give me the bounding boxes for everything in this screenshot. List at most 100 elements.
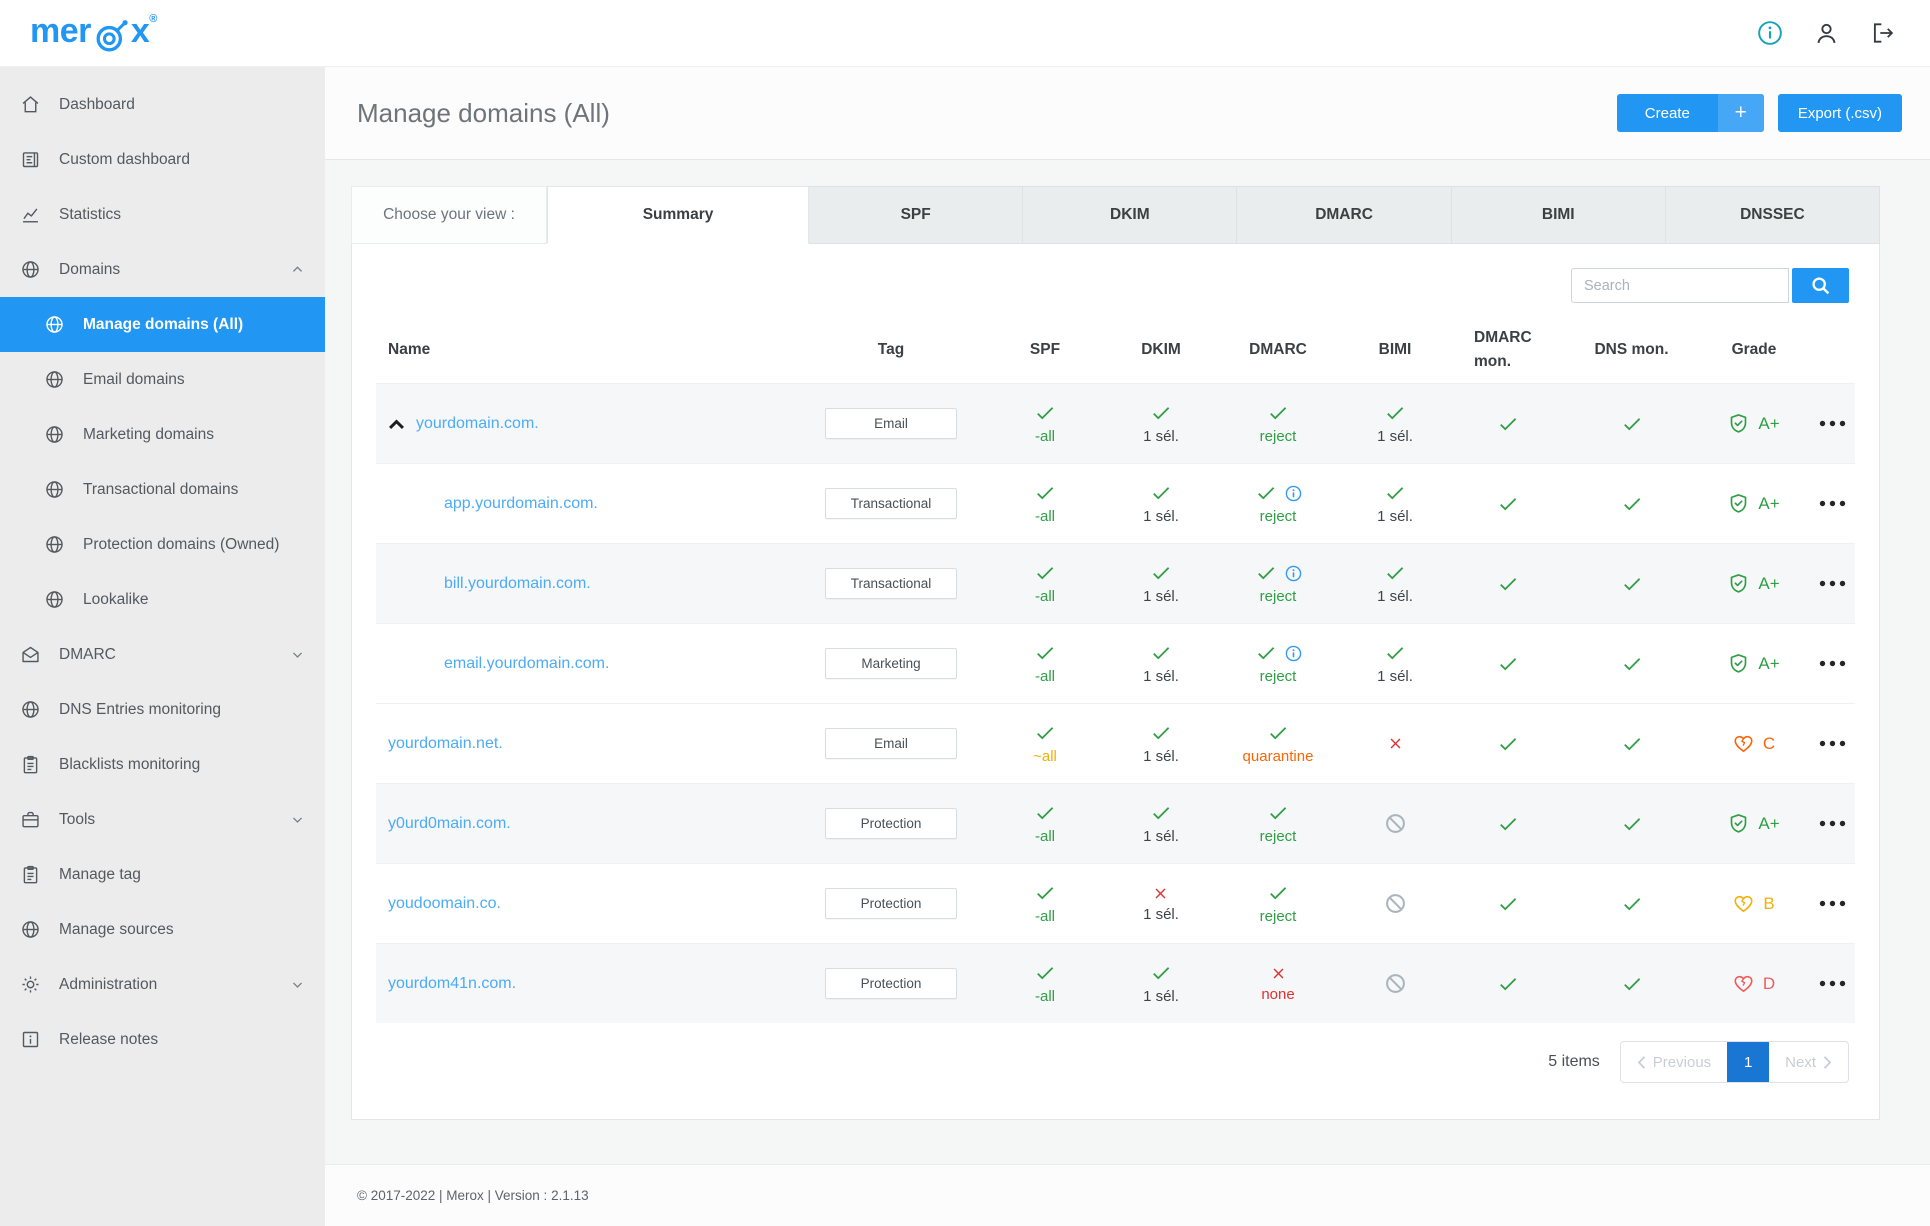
domain-link[interactable]: y0urd0main.com.	[388, 815, 511, 833]
current-page-button[interactable]: 1	[1727, 1042, 1770, 1082]
previous-page-button[interactable]: Previous	[1620, 1042, 1728, 1082]
table-row-yourdomain-net: yourdomain.net. Email ~all 1 sél. quarantine…	[376, 703, 1855, 783]
tab-dmarc[interactable]: DMARC	[1237, 186, 1452, 244]
shield-check-icon	[1728, 653, 1749, 674]
row-actions-icon[interactable]	[1819, 980, 1846, 987]
grade-letter: A+	[1758, 813, 1780, 833]
info-icon[interactable]	[1757, 20, 1783, 46]
status-text: -all	[1034, 428, 1055, 445]
sidebar-item-domains[interactable]: Domains	[0, 242, 325, 297]
sidebar-item-tools[interactable]: Tools	[0, 792, 325, 847]
chevron-up-icon	[290, 262, 305, 277]
tab-summary[interactable]: Summary	[547, 186, 810, 244]
status-text: quarantine	[1242, 748, 1314, 765]
domain-link[interactable]: yourdomain.net.	[388, 735, 503, 753]
logout-icon[interactable]	[1870, 20, 1896, 46]
search-button[interactable]	[1792, 268, 1849, 303]
search-input[interactable]	[1571, 268, 1789, 303]
sidebar-item-dashboard[interactable]: Dashboard	[0, 77, 325, 132]
info-icon[interactable]	[1285, 485, 1302, 502]
tag-button[interactable]: Protection	[825, 808, 957, 839]
table-body: yourdomain.com. Email -all 1 sél. reject 1 sé…	[376, 383, 1855, 1023]
tab-bimi[interactable]: BIMI	[1451, 186, 1666, 244]
sidebar-item-marketing-domains[interactable]: Marketing domains	[0, 407, 325, 462]
next-page-button[interactable]: Next	[1769, 1042, 1848, 1082]
grade-letter: B	[1763, 893, 1775, 913]
tag-button[interactable]: Protection	[825, 968, 957, 999]
sidebar-item-protection-domains-owned[interactable]: Protection domains (Owned)	[0, 517, 325, 572]
domain-link[interactable]: email.yourdomain.com.	[444, 655, 609, 673]
check-icon	[1384, 642, 1406, 664]
chevron-left-icon	[1637, 1055, 1646, 1070]
sidebar-item-dns-entries-monitoring[interactable]: DNS Entries monitoring	[0, 682, 325, 737]
domains-card: Name Tag SPF DKIM DMARC BIMI DMARC mon. DNS mon…	[351, 243, 1880, 1120]
row-actions-icon[interactable]	[1819, 820, 1846, 827]
create-button[interactable]: Create +	[1616, 94, 1764, 132]
tag-button[interactable]: Email	[825, 408, 957, 439]
sidebar-item-manage-sources[interactable]: Manage sources	[0, 902, 325, 957]
tag-button[interactable]: Transactional	[825, 488, 957, 519]
sidebar-item-label: Blacklists monitoring	[59, 755, 201, 773]
check-icon	[1621, 653, 1643, 675]
user-icon[interactable]	[1813, 20, 1840, 47]
row-actions-icon[interactable]	[1819, 900, 1846, 907]
export-csv-button[interactable]: Export (.csv)	[1777, 94, 1902, 132]
info-icon[interactable]	[1285, 645, 1302, 662]
trademark: ®	[149, 13, 158, 25]
table-row-bill-yourdomain-com: bill.yourdomain.com. Transactional -all 1 s…	[376, 543, 1855, 623]
row-actions-icon[interactable]	[1819, 660, 1846, 667]
status-text: reject	[1259, 588, 1297, 605]
check-icon	[1034, 482, 1056, 504]
sidebar-item-transactional-domains[interactable]: Transactional domains	[0, 462, 325, 517]
clipboard-icon	[20, 864, 42, 886]
sidebar-item-statistics[interactable]: Statistics	[0, 187, 325, 242]
tab-spf[interactable]: SPF	[809, 186, 1024, 244]
content: Choose your view : Summary SPF DKIM DMARC BI…	[325, 160, 1930, 1164]
info-icon[interactable]	[1285, 565, 1302, 582]
sidebar-item-custom-dashboard[interactable]: Custom dashboard	[0, 132, 325, 187]
sidebar-item-blacklists-monitoring[interactable]: Blacklists monitoring	[0, 737, 325, 792]
broken-heart-icon	[1733, 893, 1754, 914]
tab-dkim[interactable]: DKIM	[1023, 186, 1238, 244]
sidebar-item-label: Dashboard	[59, 95, 135, 113]
cross-icon	[1270, 965, 1287, 982]
domain-link[interactable]: bill.yourdomain.com.	[444, 575, 591, 593]
table-row-y0urd0main-com: y0urd0main.com. Protection -all 1 sél. rejec…	[376, 783, 1855, 863]
status-text: reject	[1259, 908, 1297, 925]
row-actions-icon[interactable]	[1819, 420, 1846, 427]
column-header-dns-mon: DNS mon.	[1594, 341, 1669, 358]
sidebar-item-lookalike[interactable]: Lookalike	[0, 572, 325, 627]
sidebar-item-dmarc[interactable]: DMARC	[0, 627, 325, 682]
status-text: 1 sél.	[1143, 508, 1179, 525]
domain-link[interactable]: youdoomain.co.	[388, 895, 501, 913]
copyright-text: © 2017-2022 | Merox | Version : 2.1.13	[357, 1188, 589, 1203]
tag-button[interactable]: Protection	[825, 888, 957, 919]
page-title: Manage domains (All)	[357, 97, 610, 128]
status-text: 1 sél.	[1143, 988, 1179, 1005]
domain-link[interactable]: yourdom41n.com.	[388, 975, 516, 993]
row-actions-icon[interactable]	[1819, 580, 1846, 587]
sidebar-item-administration[interactable]: Administration	[0, 957, 325, 1012]
row-actions-icon[interactable]	[1819, 740, 1846, 747]
status-text: 1 sél.	[1377, 668, 1413, 685]
sidebar-item-release-notes[interactable]: Release notes	[0, 1012, 325, 1067]
tab-dnssec[interactable]: DNSSEC	[1665, 186, 1881, 244]
page-header: Manage domains (All) Create + Export (.c…	[325, 67, 1930, 160]
merox-logo[interactable]: mer x ®	[30, 11, 157, 55]
choose-view-label: Choose your view :	[351, 186, 547, 244]
domain-link[interactable]: app.yourdomain.com.	[444, 495, 598, 513]
grade-badge: B	[1733, 893, 1775, 914]
column-header-name: Name	[388, 341, 431, 358]
tag-button[interactable]: Transactional	[825, 568, 957, 599]
row-actions-icon[interactable]	[1819, 500, 1846, 507]
sidebar-item-manage-domains-all[interactable]: Manage domains (All)	[0, 297, 325, 352]
column-header-tag: Tag	[877, 341, 905, 358]
pagination: 5 items Previous 1 Next	[376, 1023, 1855, 1109]
domain-link[interactable]: yourdomain.com.	[416, 415, 539, 433]
tag-button[interactable]: Email	[825, 728, 957, 759]
collapse-group-icon[interactable]	[388, 418, 405, 430]
tag-button[interactable]: Marketing	[825, 648, 957, 679]
sidebar-item-manage-tag[interactable]: Manage tag	[0, 847, 325, 902]
sidebar-item-email-domains[interactable]: Email domains	[0, 352, 325, 407]
shield-check-icon	[1728, 493, 1749, 514]
